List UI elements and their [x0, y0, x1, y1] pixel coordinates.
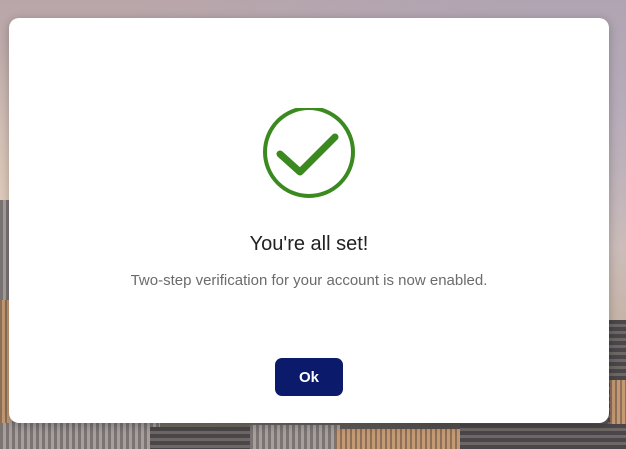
background-building — [460, 424, 626, 449]
background-building — [250, 425, 340, 449]
background-building — [0, 423, 160, 449]
success-dialog: You're all set! Two-step verification fo… — [9, 18, 609, 423]
ok-button[interactable]: Ok — [275, 358, 343, 396]
background-building — [150, 427, 260, 449]
dialog-title: You're all set! — [249, 233, 369, 255]
background-building — [335, 429, 465, 449]
dialog-message: Two-step verification for your account i… — [130, 272, 488, 289]
check-circle-icon — [247, 106, 371, 232]
